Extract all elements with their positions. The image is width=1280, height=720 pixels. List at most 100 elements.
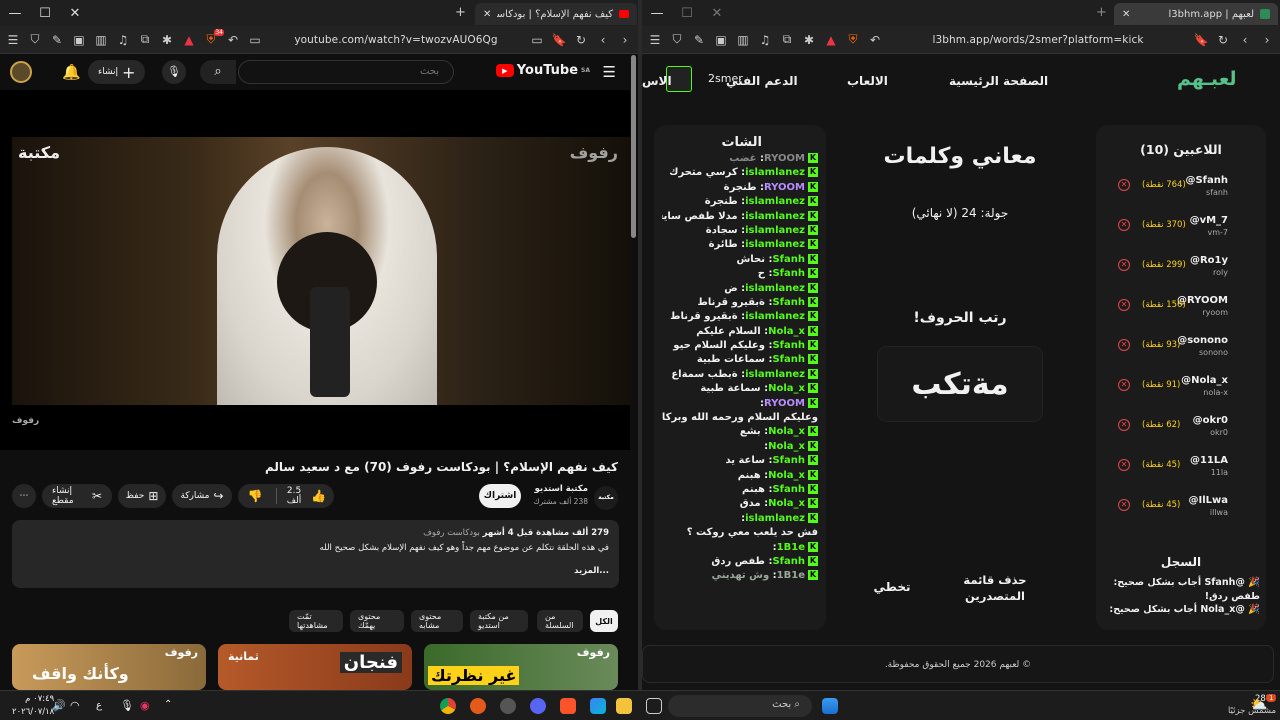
chip-filter[interactable]: من السلسلة <box>537 610 583 632</box>
remove-player-icon[interactable]: ✕ <box>1118 499 1130 511</box>
chat-username[interactable]: Sfanh <box>772 556 805 567</box>
player-row[interactable]: @sonono sonono (93 نقطة) ✕ <box>1106 335 1254 365</box>
tab-l3bhm[interactable]: ✕ لعبهم | l3bhm.app <box>1114 3 1278 25</box>
chat-username[interactable]: Sfanh <box>772 455 805 466</box>
like-icon[interactable]: 👍 <box>311 489 326 503</box>
chat-messages[interactable]: KRYOOM: غضب Kislamlanez: كرسي متحرك KRYOOM… <box>662 152 818 584</box>
skip-button[interactable]: تخطي <box>872 580 912 594</box>
create-button[interactable]: إنشاء + <box>88 60 146 84</box>
search-icon[interactable]: ⌕ <box>200 60 236 84</box>
reload-icon[interactable]: ↻ <box>574 33 588 47</box>
remove-player-icon[interactable]: ✕ <box>1118 419 1130 431</box>
remove-player-icon[interactable]: ✕ <box>1118 299 1130 311</box>
discord-icon[interactable] <box>530 698 546 714</box>
chat-username[interactable]: islamlanez <box>745 225 805 236</box>
thumbnail[interactable]: غير نظرتك رفوف <box>424 644 618 690</box>
close-window-icon[interactable]: ✕ <box>702 6 732 21</box>
sidebar-icon[interactable]: ▥ <box>736 33 750 47</box>
video-description[interactable]: 279 ألف مشاهدة قبل 4 أشهر بودكاست رفوف ف… <box>12 520 619 588</box>
extensions-icon[interactable]: ✎ <box>50 33 64 47</box>
screenshot-icon[interactable]: ⧉ <box>138 32 152 47</box>
player-row[interactable]: @Sfanh sfanh (764 نقطة) ✕ <box>1106 175 1254 205</box>
remove-player-icon[interactable]: ✕ <box>1118 219 1130 231</box>
new-tab-icon[interactable]: + <box>455 5 466 20</box>
video-player[interactable]: رفوف مكتبة رفوف <box>0 90 630 450</box>
chat-username[interactable]: RYOOM <box>764 182 805 193</box>
page-scrollbar[interactable] <box>631 55 636 238</box>
chat-username[interactable]: Sfanh <box>772 484 805 495</box>
tray-expand-icon[interactable]: ⌃ <box>164 699 172 710</box>
chip-filter[interactable]: محتوى مشابه <box>411 610 463 632</box>
youtube-logo[interactable]: ▶ YouTube SA <box>495 63 590 78</box>
channel-name[interactable]: مكتبة استديو <box>530 484 588 494</box>
like-count[interactable]: 2.5 ألف <box>281 486 307 506</box>
avatar[interactable] <box>10 61 32 83</box>
chip-filter[interactable]: من مكتبة استديو <box>470 610 528 632</box>
reset-leaderboard-button[interactable]: حذف قائمة المتصدرين <box>960 572 1030 604</box>
cast-icon[interactable]: ▭ <box>248 33 262 47</box>
store-icon[interactable] <box>590 698 606 714</box>
remove-player-icon[interactable]: ✕ <box>1118 259 1130 271</box>
close-window-icon[interactable]: ✕ <box>60 6 90 21</box>
remove-player-icon[interactable]: ✕ <box>1118 339 1130 351</box>
clip-button[interactable]: إنشاء مقطع ✂ <box>42 484 112 508</box>
menu-icon[interactable]: ☰ <box>648 33 662 47</box>
puzzle-icon[interactable]: ✱ <box>160 33 174 47</box>
dislike-icon[interactable]: 👎 <box>238 489 272 503</box>
address-bar[interactable]: youtube.com/watch?v=twozvAUO6Qg <box>270 34 522 46</box>
tab-youtube[interactable]: ✕ كيف نفهم الإسلام؟ | بودكاست ر <box>475 3 637 25</box>
remove-player-icon[interactable]: ✕ <box>1118 459 1130 471</box>
nav-extra[interactable]: الاس <box>642 74 672 88</box>
menu-icon[interactable]: ☰ <box>6 33 20 47</box>
chat-username[interactable]: islamlanez <box>745 239 805 250</box>
chat-username[interactable]: Sfanh <box>772 354 805 365</box>
chat-username[interactable]: Nola_x <box>768 326 805 337</box>
extensions-icon[interactable]: ✎ <box>692 33 706 47</box>
app-icon[interactable] <box>500 698 516 714</box>
puzzle-icon[interactable]: ✱ <box>802 33 816 47</box>
sidebar-icon[interactable]: ▥ <box>94 33 108 47</box>
player-row[interactable]: @RYOOM ryoom (156 نقطة) ✕ <box>1106 295 1254 325</box>
chat-username[interactable]: Sfanh <box>772 297 805 308</box>
back-icon[interactable]: ‹ <box>596 33 610 47</box>
split-view-icon[interactable]: ▣ <box>72 33 86 47</box>
chat-username[interactable]: Sfanh <box>772 340 805 351</box>
app-icon[interactable] <box>470 698 486 714</box>
chat-username[interactable]: Nola_x <box>768 426 805 437</box>
site-logo[interactable]: لعبـهم <box>1177 68 1237 90</box>
chat-username[interactable]: islamlanez <box>745 369 805 380</box>
chat-username[interactable]: RYOOM <box>764 153 805 164</box>
reload-icon[interactable]: ↻ <box>1216 33 1230 47</box>
search-input[interactable]: بحث <box>238 60 454 84</box>
maximize-icon[interactable]: ☐ <box>30 6 60 21</box>
chip-filter[interactable]: تمّت مشاهدتها <box>289 610 343 632</box>
mic-icon[interactable]: 🎙 <box>120 699 134 712</box>
chat-username[interactable]: Nola_x <box>768 470 805 481</box>
player-row[interactable]: @Nola_x nola-x (91 نقطة) ✕ <box>1106 375 1254 405</box>
thumbnail[interactable]: ثمانية فنجان <box>218 644 412 690</box>
undo-icon[interactable]: ↶ <box>226 33 240 47</box>
chat-username[interactable]: Nola_x <box>768 383 805 394</box>
app-tray-icon[interactable]: ◉ <box>140 699 150 712</box>
chip-filter[interactable]: محتوى يهمّك <box>350 610 404 632</box>
chat-username[interactable]: islamlanez <box>745 211 805 222</box>
description-tags[interactable]: بودكاست رفوف <box>423 528 480 538</box>
wifi-icon[interactable]: ◠ <box>70 699 80 712</box>
taskbar-search[interactable]: ⌕ بحث <box>668 695 812 717</box>
nav-support[interactable]: الدعم الفني <box>726 74 798 88</box>
screenshot-icon[interactable]: ⧉ <box>780 32 794 47</box>
close-tab-icon[interactable]: ✕ <box>483 9 491 20</box>
voice-search-icon[interactable]: 🎙 <box>162 60 186 84</box>
undo-icon[interactable]: ↶ <box>868 33 882 47</box>
chat-username[interactable]: islamlanez <box>745 196 805 207</box>
player-row[interactable]: @okr0 okr0 (62 نقطة) ✕ <box>1106 415 1254 445</box>
remove-player-icon[interactable]: ✕ <box>1118 379 1130 391</box>
remove-player-icon[interactable]: ✕ <box>1118 179 1130 191</box>
nav-home[interactable]: الصفحة الرئيسية <box>949 74 1048 88</box>
brave-icon[interactable] <box>560 698 576 714</box>
channel-avatar[interactable]: مكتبة <box>594 486 618 510</box>
chat-username[interactable]: islamlanez <box>745 311 805 322</box>
more-actions-icon[interactable]: ⋯ <box>12 484 36 508</box>
minimize-icon[interactable]: — <box>0 6 30 21</box>
rewards-icon[interactable]: ▲ <box>182 33 196 47</box>
